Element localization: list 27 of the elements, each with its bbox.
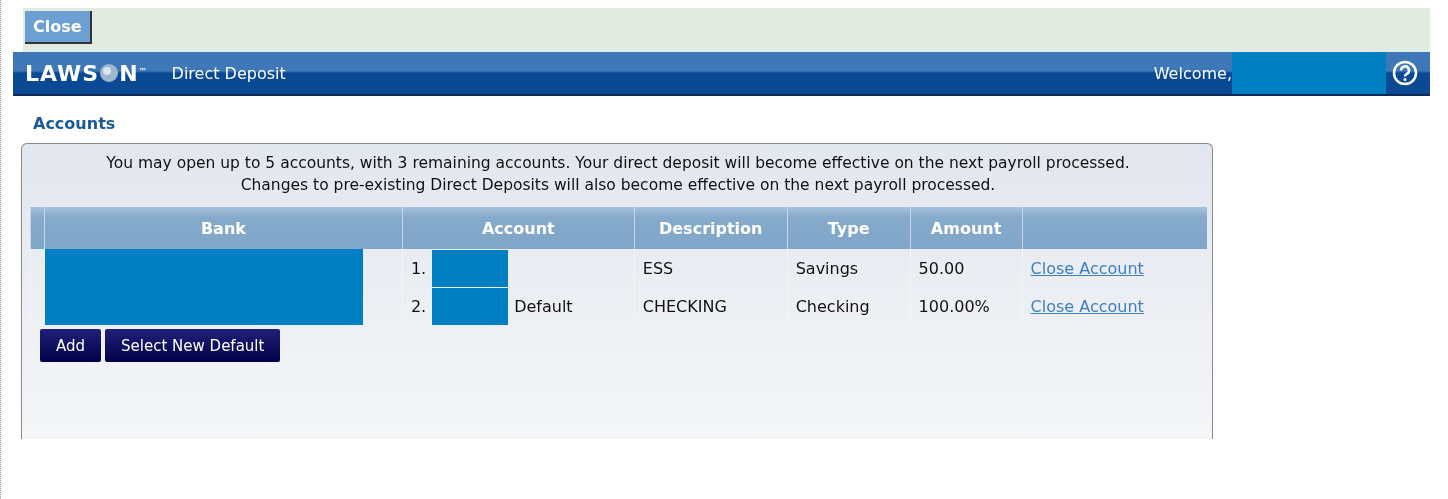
add-button[interactable]: Add — [40, 329, 102, 362]
table-cell: 1. — [410, 258, 427, 278]
select-default-button[interactable]: Select New Default — [105, 329, 281, 362]
table-cell: 50.00 — [918, 258, 965, 278]
close-account-link[interactable]: Close Account — [1030, 296, 1144, 316]
table-cell: ESS — [642, 258, 674, 278]
notice-text: You may open up to 5 accounts, with 3 remaining accounts. Your direct deposit will become effective on the next payroll processed. — [105, 153, 1131, 174]
help-button[interactable] — [1392, 60, 1418, 86]
table-cell: Checking — [795, 296, 870, 316]
table-cell: Default — [514, 296, 573, 316]
column-header: Amount — [910, 207, 1023, 249]
welcome-text: Welcome, — [1153, 63, 1232, 83]
logo: LAWS N™ — [25, 60, 148, 86]
table-cell: 100.00% — [918, 296, 990, 316]
close-button[interactable]: Close — [25, 11, 92, 44]
column-header: Account — [402, 207, 635, 249]
table-cell: CHECKING — [642, 296, 727, 316]
column-header: Bank — [44, 207, 403, 249]
section-title: Accounts — [33, 114, 117, 133]
column-header: Type — [787, 207, 911, 249]
table-cell: 2. — [410, 296, 427, 316]
column-header: Description — [634, 207, 788, 249]
table-cell: Savings — [795, 258, 859, 278]
page-title: Direct Deposit — [171, 63, 286, 83]
close-account-link[interactable]: Close Account — [1030, 258, 1144, 278]
help-icon — [1392, 60, 1418, 86]
notice-text: Changes to pre-existing Direct Deposits will also become effective on the next payroll processed. — [239, 175, 997, 196]
